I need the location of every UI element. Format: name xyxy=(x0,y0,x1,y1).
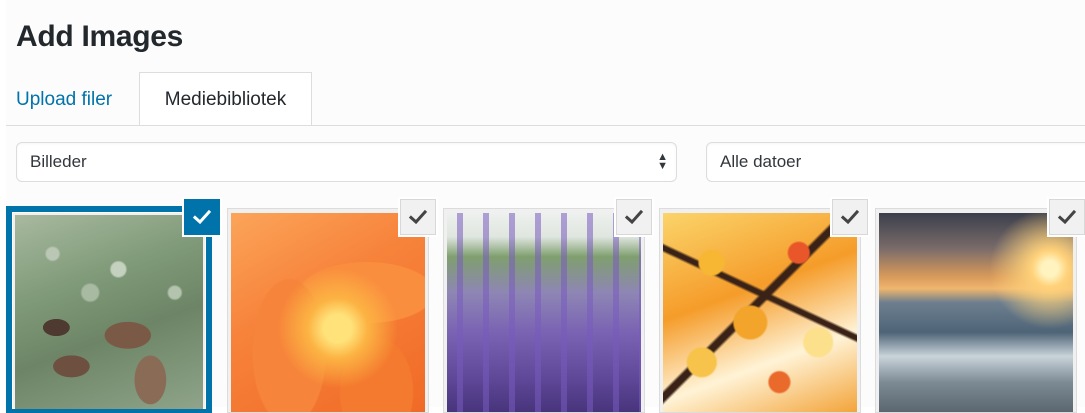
attachment-check-button[interactable] xyxy=(400,199,436,235)
media-router-tabs: Upload filer Mediebibliotek xyxy=(6,72,1085,126)
attachment-check-button[interactable] xyxy=(184,199,220,235)
attachment-thumbnail[interactable] xyxy=(227,208,429,413)
attachment-check-button[interactable] xyxy=(832,199,868,235)
tab-upload-files[interactable]: Upload filer xyxy=(6,73,122,125)
sunset-sea-image xyxy=(879,213,1073,412)
autumn-maple-image xyxy=(663,213,857,412)
attachment-thumbnail[interactable] xyxy=(443,208,645,413)
attachment-check-button[interactable] xyxy=(1049,199,1085,235)
media-type-filter-value: Billeder xyxy=(30,152,87,171)
date-filter-value: Alle datoer xyxy=(720,152,802,171)
select-arrows-icon: ▲ ▼ xyxy=(657,151,668,172)
checkmark-icon xyxy=(408,209,428,225)
orange-lily-image xyxy=(231,213,425,412)
checkmark-icon xyxy=(1057,209,1077,225)
attachment-thumbnail[interactable] xyxy=(659,208,861,413)
attachment-thumbnail-selected[interactable] xyxy=(8,208,210,413)
date-filter[interactable]: Alle datoer xyxy=(706,142,1085,182)
lavender-field-image xyxy=(447,213,641,412)
media-type-filter[interactable]: Billeder ▲ ▼ xyxy=(16,142,677,182)
tabbar-divider xyxy=(6,125,1085,126)
checkmark-icon xyxy=(840,209,860,225)
attachment-thumbnail[interactable] xyxy=(875,208,1077,413)
tab-media-library[interactable]: Mediebibliotek xyxy=(139,72,312,126)
frosty-leaves-image xyxy=(15,215,203,409)
attachment-check-button[interactable] xyxy=(616,199,652,235)
checkmark-icon xyxy=(192,209,212,225)
modal-title: Add Images xyxy=(16,20,184,53)
checkmark-icon xyxy=(624,209,644,225)
